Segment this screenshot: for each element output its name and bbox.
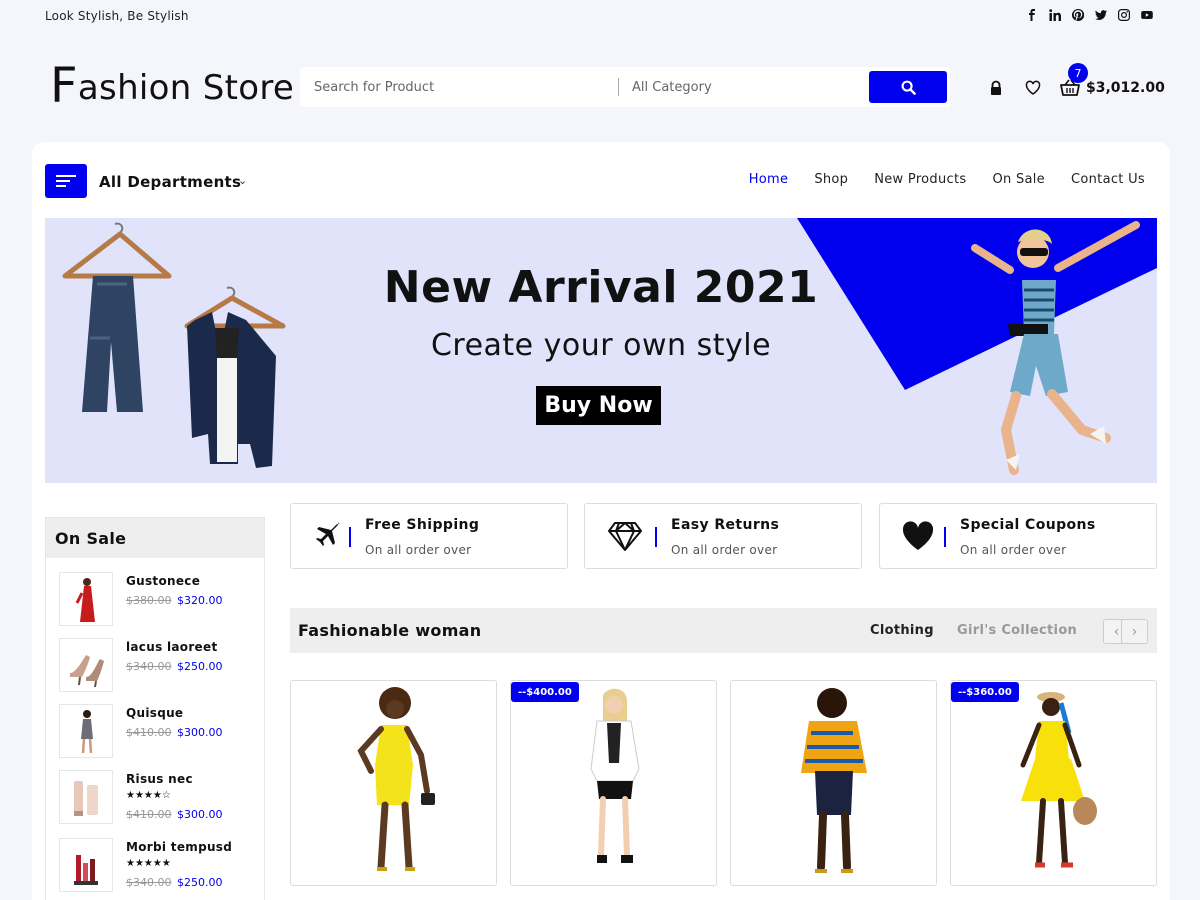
sale-item[interactable]: Morbi tempusd ★★★★★ $340.00 $250.00 — [59, 838, 259, 894]
site-logo[interactable]: Fashion Store — [50, 62, 294, 110]
airplane-icon — [316, 522, 340, 546]
product-image — [590, 688, 640, 863]
sale-item-name[interactable]: Morbi tempusd — [126, 840, 232, 854]
search-bar: All Category — [300, 67, 950, 107]
sale-item-name[interactable]: Quisque — [126, 706, 183, 720]
feature-title: Free Shipping — [365, 517, 480, 533]
menu-icon-line — [56, 180, 70, 182]
next-arrow-icon[interactable]: › — [1121, 619, 1148, 644]
nav-on-sale[interactable]: On Sale — [992, 172, 1045, 187]
social-links — [1025, 8, 1154, 22]
nav-home[interactable]: Home — [749, 172, 789, 187]
sale-item-name[interactable]: lacus laoreet — [126, 640, 217, 654]
search-button[interactable] — [869, 71, 947, 103]
feature-title: Special Coupons — [960, 517, 1096, 533]
feature-divider — [655, 527, 657, 547]
chevron-down-icon[interactable]: ⌄ — [238, 174, 247, 187]
sale-item-price: $250.00 — [177, 876, 223, 889]
nav-contact-us[interactable]: Contact Us — [1071, 172, 1145, 187]
feature-subtitle: On all order over — [960, 543, 1067, 557]
product-thumbnail[interactable] — [59, 704, 113, 758]
sale-item-price: $300.00 — [177, 808, 223, 821]
main-nav: Home Shop New Products On Sale Contact U… — [749, 172, 1145, 187]
sale-item-price: $300.00 — [177, 726, 223, 739]
feature-subtitle: On all order over — [365, 543, 472, 557]
heart-icon — [902, 521, 934, 550]
lock-icon[interactable] — [988, 80, 1004, 96]
on-sale-title: On Sale — [46, 518, 264, 558]
sale-item-old-price: $410.00 — [126, 808, 172, 821]
diamond-icon — [608, 522, 642, 551]
sale-item[interactable]: Quisque $410.00 $300.00 — [59, 704, 259, 760]
sale-item[interactable]: lacus laoreet $340.00 $250.00 — [59, 638, 259, 694]
section-header: Fashionable woman Clothing Girl's Collec… — [290, 608, 1157, 653]
product-card[interactable]: --$360.00 — [950, 680, 1157, 886]
pinterest-icon[interactable] — [1071, 8, 1085, 22]
feature-free-shipping: Free Shipping On all order over — [290, 503, 568, 569]
on-sale-widget: On Sale Gustonece $380.00 $320.00 lacus … — [45, 517, 265, 900]
jumping-model-image — [971, 221, 1140, 475]
search-divider — [618, 78, 619, 96]
feature-divider — [349, 527, 351, 547]
sale-item-old-price: $410.00 — [126, 726, 172, 739]
tab-clothing[interactable]: Clothing — [870, 623, 934, 638]
feature-subtitle: On all order over — [671, 543, 778, 557]
instagram-icon[interactable] — [1117, 8, 1131, 22]
sale-item[interactable]: Risus nec ★★★★☆ $410.00 $300.00 — [59, 770, 259, 826]
facebook-icon[interactable] — [1025, 8, 1039, 22]
product-thumbnail[interactable] — [59, 838, 113, 892]
hero-banner: New Arrival 2021 Create your own style B… — [45, 218, 1157, 483]
product-card[interactable] — [290, 680, 497, 886]
cart-total[interactable]: $3,012.00 — [1086, 80, 1165, 96]
nav-shop[interactable]: Shop — [814, 172, 848, 187]
twitter-icon[interactable] — [1094, 8, 1108, 22]
menu-icon-line — [56, 185, 66, 187]
tab-girls-collection[interactable]: Girl's Collection — [957, 623, 1077, 638]
sale-item-name[interactable]: Risus nec — [126, 772, 193, 786]
logo-initial: F — [50, 58, 78, 114]
feature-divider — [944, 527, 946, 547]
sale-item[interactable]: Gustonece $380.00 $320.00 — [59, 572, 259, 628]
menu-icon — [56, 175, 76, 177]
discount-badge: --$360.00 — [951, 682, 1019, 702]
rating-stars: ★★★★★ — [126, 858, 171, 869]
product-card[interactable]: --$400.00 — [510, 680, 717, 886]
feature-easy-returns: Easy Returns On all order over — [584, 503, 862, 569]
product-thumbnail[interactable] — [59, 572, 113, 626]
logo-text: ashion Store — [77, 68, 295, 108]
product-card[interactable] — [730, 680, 937, 886]
feature-title: Easy Returns — [671, 517, 780, 533]
search-icon — [901, 80, 916, 95]
sale-item-name[interactable]: Gustonece — [126, 574, 200, 588]
departments-label[interactable]: All Departments — [99, 173, 241, 191]
departments-menu-button[interactable] — [45, 164, 87, 198]
search-input[interactable] — [300, 67, 618, 107]
sale-item-price: $250.00 — [177, 660, 223, 673]
discount-badge: --$400.00 — [511, 682, 579, 702]
youtube-icon[interactable] — [1140, 8, 1154, 22]
product-image — [357, 687, 435, 871]
wishlist-heart-icon[interactable] — [1025, 80, 1041, 96]
tagline: Look Stylish, Be Stylish — [45, 9, 189, 23]
product-image — [801, 688, 867, 873]
linkedin-icon[interactable] — [1048, 8, 1062, 22]
product-thumbnail[interactable] — [59, 770, 113, 824]
cart-count-badge: 7 — [1068, 63, 1088, 83]
rating-stars: ★★★★☆ — [126, 790, 171, 801]
top-bar: Look Stylish, Be Stylish — [0, 0, 1200, 34]
product-thumbnail[interactable] — [59, 638, 113, 692]
nav-new-products[interactable]: New Products — [874, 172, 966, 187]
category-select[interactable]: All Category — [632, 80, 712, 95]
buy-now-button[interactable]: Buy Now — [536, 386, 661, 425]
feature-special-coupons: Special Coupons On all order over — [879, 503, 1157, 569]
sale-item-old-price: $380.00 — [126, 594, 172, 607]
sale-item-price: $320.00 — [177, 594, 223, 607]
sale-item-old-price: $340.00 — [126, 876, 172, 889]
sale-item-old-price: $340.00 — [126, 660, 172, 673]
product-image — [1020, 692, 1097, 868]
section-title: Fashionable woman — [298, 621, 482, 640]
